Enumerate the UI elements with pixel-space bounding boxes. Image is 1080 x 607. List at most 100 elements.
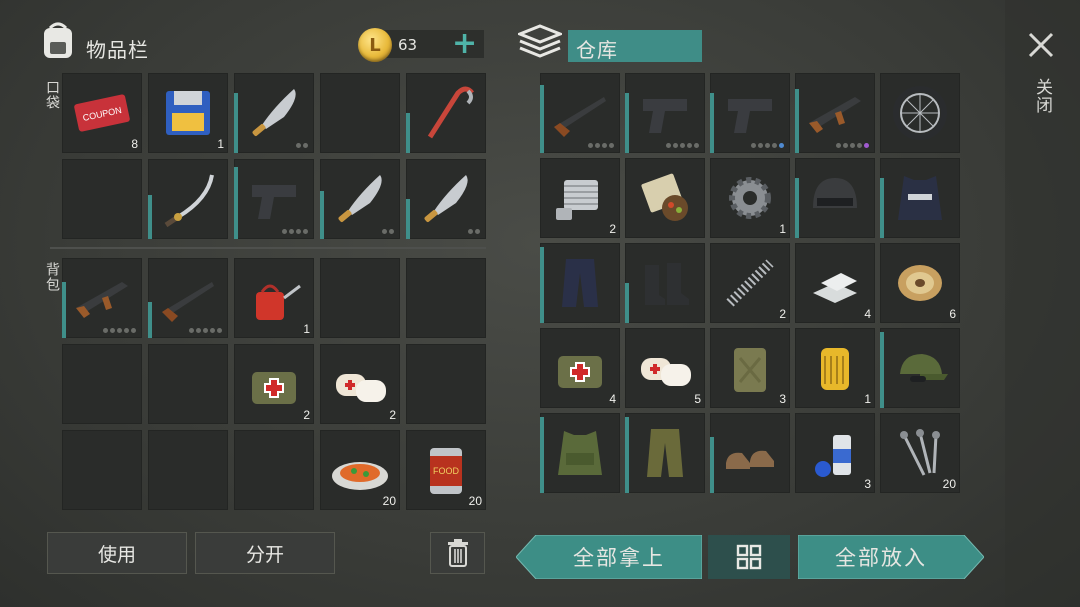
storage-slot[interactable] xyxy=(795,158,875,238)
item-count: 2 xyxy=(609,222,616,236)
storage-icon xyxy=(515,24,565,62)
storage-slot[interactable] xyxy=(880,73,960,153)
storage-slot[interactable]: 5 xyxy=(625,328,705,408)
backpack-slot[interactable] xyxy=(148,258,228,338)
add-coins-button[interactable]: + xyxy=(452,29,477,59)
pocket-slot[interactable]: 1 xyxy=(148,73,228,153)
durability-bar xyxy=(880,332,884,408)
storage-slot[interactable] xyxy=(710,413,790,493)
backpack-slot[interactable] xyxy=(234,430,314,510)
spring-icon xyxy=(720,253,780,313)
bandage-icon xyxy=(635,338,695,398)
backpack-slot[interactable]: 2 xyxy=(320,344,400,424)
storage-slot[interactable]: 2 xyxy=(710,243,790,323)
food-plate-icon xyxy=(330,440,390,500)
storage-slot[interactable]: 6 xyxy=(880,243,960,323)
pocket-slot[interactable] xyxy=(406,159,486,239)
storage-slot[interactable] xyxy=(795,73,875,153)
pocket-slot[interactable]: COUPON 8 xyxy=(62,73,142,153)
grid-sort-icon xyxy=(736,544,762,570)
item-count: 3 xyxy=(779,392,786,406)
oil-can-icon xyxy=(244,268,304,328)
backpack-slot[interactable] xyxy=(406,344,486,424)
backpack-icon xyxy=(38,20,78,62)
durability-bar xyxy=(148,302,152,338)
take-all-button[interactable]: 全部拿上 xyxy=(536,535,702,579)
condition-dots xyxy=(189,328,222,333)
storage-slot[interactable] xyxy=(710,73,790,153)
storage-slot[interactable] xyxy=(880,328,960,408)
close-label[interactable]: 关闭 xyxy=(1030,78,1055,114)
storage-slot[interactable] xyxy=(625,73,705,153)
backpack-slot[interactable]: 20 xyxy=(320,430,400,510)
item-count: 1 xyxy=(217,137,224,151)
pocket-slot[interactable] xyxy=(320,159,400,239)
pocket-slot[interactable] xyxy=(320,73,400,153)
split-button[interactable]: 分开 xyxy=(195,532,335,574)
storage-slot[interactable]: 3 xyxy=(710,328,790,408)
storage-slot[interactable]: 2 xyxy=(540,158,620,238)
sort-button[interactable] xyxy=(708,535,790,579)
pocket-slot[interactable] xyxy=(62,159,142,239)
storage-slot[interactable] xyxy=(540,243,620,323)
shoes-icon xyxy=(720,423,780,483)
coupon-icon: COUPON xyxy=(72,83,132,143)
durability-bar xyxy=(62,282,66,338)
item-count: 2 xyxy=(779,307,786,321)
backpack-slot[interactable] xyxy=(148,344,228,424)
pocket-slot[interactable] xyxy=(406,73,486,153)
pocket-slot[interactable] xyxy=(148,159,228,239)
backpack-slot[interactable] xyxy=(148,430,228,510)
durability-bar xyxy=(625,417,629,493)
use-button[interactable]: 使用 xyxy=(47,532,187,574)
storage-slot[interactable]: 20 xyxy=(880,413,960,493)
condition-dots xyxy=(588,143,614,148)
pistol-icon xyxy=(244,169,304,229)
storage-slot[interactable]: 3 xyxy=(795,413,875,493)
condition-dots xyxy=(103,328,136,333)
backpack-slot[interactable] xyxy=(62,344,142,424)
item-count: 5 xyxy=(694,392,701,406)
item-count: 1 xyxy=(864,392,871,406)
bandage-icon xyxy=(330,354,390,414)
durability-bar xyxy=(795,89,799,153)
backpack-slot[interactable]: FOOD 20 xyxy=(406,430,486,510)
storage-slot[interactable]: 4 xyxy=(795,243,875,323)
durability-bar xyxy=(710,93,714,153)
storage-slot[interactable] xyxy=(540,73,620,153)
backpack-slot[interactable] xyxy=(62,430,142,510)
condition-dots xyxy=(836,143,869,148)
crowbar-icon xyxy=(416,83,476,143)
inventory-title: 物品栏 xyxy=(86,38,149,62)
backpack-slot[interactable] xyxy=(62,258,142,338)
spray-paint-icon xyxy=(805,423,865,483)
pocket-slot[interactable] xyxy=(234,159,314,239)
storage-slot[interactable]: 1 xyxy=(710,158,790,238)
storage-slot[interactable] xyxy=(880,158,960,238)
backpack-slot[interactable] xyxy=(320,258,400,338)
condition-dots xyxy=(468,229,480,234)
storage-slot[interactable] xyxy=(625,243,705,323)
storage-slot[interactable]: 4 xyxy=(540,328,620,408)
trash-button[interactable] xyxy=(430,532,485,574)
storage-slot[interactable] xyxy=(540,413,620,493)
put-all-button[interactable]: 全部放入 xyxy=(798,535,964,579)
close-icon[interactable] xyxy=(1026,30,1056,60)
durability-bar xyxy=(234,167,238,239)
storage-slot[interactable] xyxy=(625,413,705,493)
floppy-disk-icon xyxy=(158,83,218,143)
assault-rifle-icon xyxy=(805,83,865,143)
backpack-slot[interactable] xyxy=(406,258,486,338)
backpack-slot[interactable]: 2 xyxy=(234,344,314,424)
pistol-icon xyxy=(635,83,695,143)
durability-bar xyxy=(625,93,629,153)
backpack-slot[interactable]: 1 xyxy=(234,258,314,338)
condition-dots xyxy=(382,229,394,234)
svg-text:FOOD: FOOD xyxy=(433,466,459,476)
durability-bar xyxy=(540,247,544,323)
oil-filter-icon xyxy=(805,338,865,398)
helmet-icon xyxy=(805,168,865,228)
storage-slot[interactable]: 1 xyxy=(795,328,875,408)
storage-slot[interactable] xyxy=(625,158,705,238)
pocket-slot[interactable] xyxy=(234,73,314,153)
